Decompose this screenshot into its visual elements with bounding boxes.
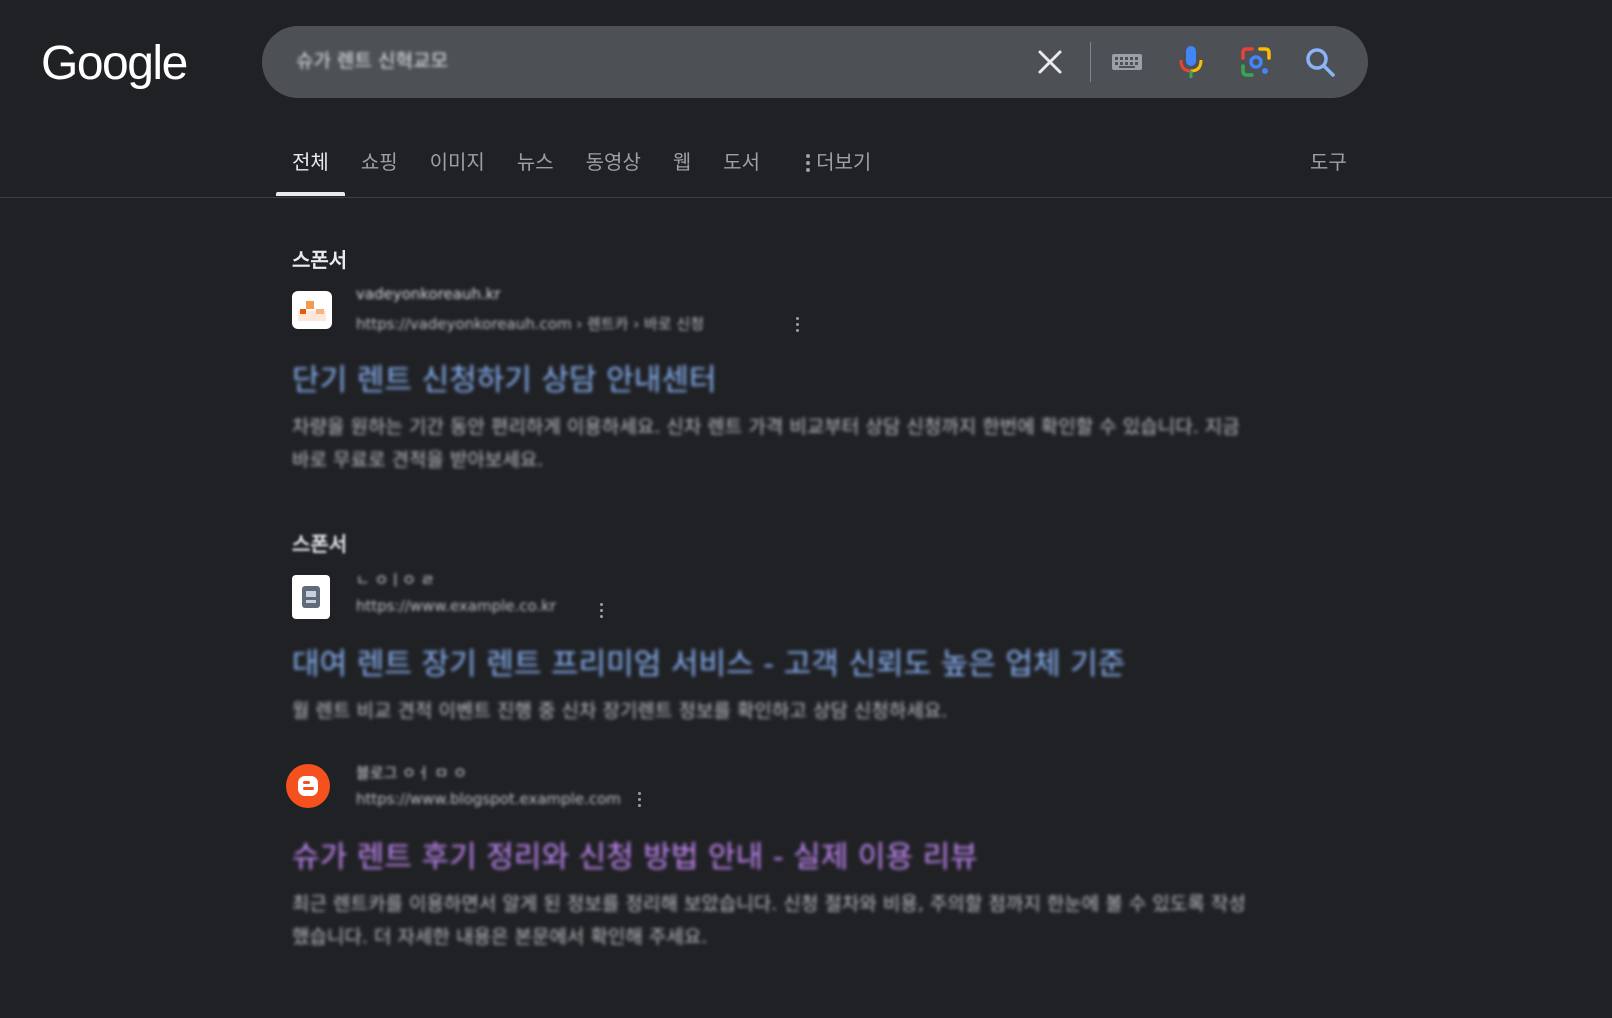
search-icon[interactable]: [1304, 46, 1336, 78]
search-result: 블로그 ㅇㅓ ㅁ ㅇ https://www.blogspot.example.…: [286, 762, 1252, 954]
sponsored-label: 스폰서: [292, 248, 348, 272]
search-results-page: Google 슈가 렌트 신혁교모 전체 쇼핑 이미지 뉴스 동영상 웹 도서 …: [0, 0, 1612, 1018]
search-tabs: 전체 쇼핑 이미지 뉴스 동영상 웹 도서 더보기: [276, 140, 887, 196]
keyboard-icon[interactable]: [1110, 50, 1144, 74]
search-bar[interactable]: 슈가 렌트 신혁교모: [262, 26, 1368, 98]
result-site-row[interactable]: 블로그 ㅇㅓ ㅁ ㅇ https://www.blogspot.example.…: [286, 762, 1252, 818]
tab-all[interactable]: 전체: [276, 140, 345, 196]
search-input[interactable]: 슈가 렌트 신혁교모: [296, 46, 448, 73]
result-description: 월 렌트 비교 견적 이벤트 진행 중 신차 장기렌트 정보를 확인하고 상담 …: [292, 700, 948, 722]
tab-web[interactable]: 웹: [657, 140, 707, 196]
tools-button[interactable]: 도구: [1310, 146, 1347, 175]
site-name: 블로그 ㅇㅓ ㅁ ㅇ: [356, 764, 467, 782]
result-site-row[interactable]: ㄴ ㅇㅣㅇ ㄹ https://www.example.co.kr: [292, 569, 1252, 625]
more-options-icon[interactable]: [796, 317, 799, 332]
tab-news[interactable]: 뉴스: [501, 140, 570, 196]
search-result: 스폰서 ㄴ ㅇㅣㅇ ㄹ https://www.example.co.kr 대여…: [292, 528, 1252, 728]
search-result: 스폰서 vadeyonkoreauh.kr https://vadeyonkor…: [292, 244, 1252, 477]
tab-videos[interactable]: 동영상: [570, 140, 657, 196]
more-options-icon[interactable]: [638, 792, 641, 807]
blogger-icon: [286, 764, 330, 808]
search-bar-divider: [1090, 42, 1091, 82]
result-description: 최근 렌트카를 이용하면서 알게 된 정보를 정리해 보았습니다. 신청 절차와…: [292, 893, 1246, 948]
result-site-row[interactable]: vadeyonkoreauh.kr https://vadeyonkoreauh…: [292, 285, 1252, 341]
google-logo[interactable]: Google: [41, 36, 188, 91]
site-name: vadeyonkoreauh.kr: [356, 285, 501, 303]
site-url: https://vadeyonkoreauh.com › 렌트카 › 바로 신청: [356, 315, 704, 333]
result-description: 차량을 원하는 기간 동안 편리하게 이용하세요. 신차 렌트 가격 비교부터 …: [292, 416, 1240, 471]
result-title-link[interactable]: 슈가 렌트 후기 정리와 신청 방법 안내 - 실제 이용 리뷰: [292, 832, 1252, 876]
tab-images[interactable]: 이미지: [414, 140, 501, 196]
result-title-link[interactable]: 단기 렌트 신청하기 상담 안내센터: [292, 355, 1252, 399]
more-vert-icon: [806, 154, 811, 172]
more-options-icon[interactable]: [600, 603, 603, 618]
site-url: https://www.example.co.kr: [356, 597, 557, 615]
tabs-divider: [0, 197, 1612, 198]
clear-icon[interactable]: [1036, 48, 1064, 76]
tab-books[interactable]: 도서: [707, 140, 776, 196]
google-lens-icon[interactable]: [1240, 46, 1272, 78]
microphone-icon[interactable]: [1178, 44, 1204, 80]
tab-more-label: 더보기: [816, 150, 872, 174]
site-url: https://www.blogspot.example.com: [356, 790, 621, 808]
site-favicon-icon: [292, 575, 330, 619]
result-title-link[interactable]: 대여 렌트 장기 렌트 프리미엄 서비스 - 고객 신뢰도 높은 업체 기준: [292, 639, 1252, 683]
site-favicon-icon: [292, 291, 332, 329]
sponsored-label: 스폰서: [292, 532, 348, 556]
site-name: ㄴ ㅇㅣㅇ ㄹ: [356, 571, 435, 589]
tab-more[interactable]: 더보기: [790, 140, 887, 196]
tab-shopping[interactable]: 쇼핑: [345, 140, 414, 196]
